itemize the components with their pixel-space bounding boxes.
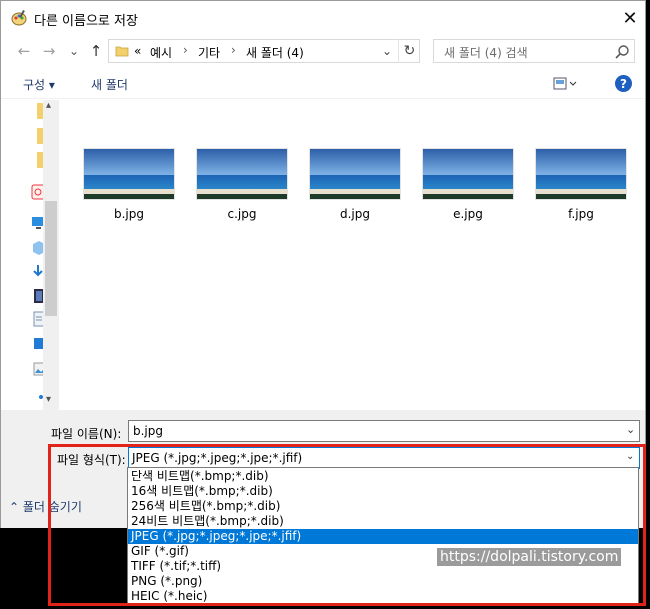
image-thumbnail [309, 148, 401, 200]
scroll-up-arrow[interactable]: ▴ [46, 100, 51, 111]
help-icon[interactable]: ? [615, 75, 632, 92]
back-button[interactable]: ← [15, 42, 33, 60]
organize-button[interactable]: 구성 ▾ [23, 76, 55, 93]
address-bar[interactable]: « 예시 › 기타 › 새 폴더 (4) ⌄ [108, 39, 420, 63]
search-icon [615, 45, 629, 59]
change-view-icon[interactable] [553, 77, 577, 91]
new-folder-button[interactable]: 새 폴더 [91, 76, 128, 93]
file-name: f.jpg [568, 207, 594, 221]
command-bar: 구성 ▾ 새 폴더 ? [1, 69, 645, 99]
address-dropdown-button[interactable]: ⌄ [382, 44, 392, 58]
filename-value: b.jpg [133, 424, 163, 438]
dialog-title: 다른 이름으로 저장 [34, 14, 138, 29]
search-input[interactable]: 새 폴더 (4) 검색 [433, 39, 635, 63]
file-item[interactable]: d.jpg [309, 148, 403, 228]
breadcrumb-item[interactable]: 예시 [150, 44, 172, 61]
file-item[interactable]: f.jpg [535, 148, 629, 228]
refresh-button[interactable]: ↻ [398, 39, 420, 63]
file-name: d.jpg [340, 207, 370, 221]
close-button[interactable]: ✕ [617, 5, 643, 31]
filename-dropdown-arrow[interactable]: ⌄ [626, 423, 635, 436]
file-name: b.jpg [114, 207, 144, 221]
file-item[interactable]: b.jpg [83, 148, 177, 228]
image-thumbnail [83, 148, 175, 200]
file-name: c.jpg [227, 207, 257, 221]
file-item[interactable]: c.jpg [196, 148, 290, 228]
forward-button[interactable]: → [40, 42, 58, 60]
search-placeholder: 새 폴더 (4) 검색 [444, 46, 528, 60]
breadcrumb-item[interactable]: 기타 [198, 44, 220, 61]
file-item[interactable]: e.jpg [422, 148, 516, 228]
title-bar: 다른 이름으로 저장 ✕ [1, 1, 645, 35]
image-thumbnail [422, 148, 514, 200]
highlight-annotation-box [48, 444, 646, 606]
breadcrumb-item[interactable]: 새 폴더 (4) [246, 44, 304, 61]
recent-locations-button[interactable]: ⌄ [65, 42, 83, 60]
folder-icon [115, 46, 129, 57]
breadcrumb-overflow[interactable]: « [134, 44, 141, 58]
scroll-down-arrow[interactable]: ▾ [46, 394, 51, 405]
paint-app-icon [11, 10, 27, 26]
up-button[interactable]: ↑ [87, 42, 105, 60]
filename-input[interactable]: b.jpg ⌄ [128, 420, 640, 442]
breadcrumb-separator[interactable]: › [183, 43, 188, 57]
filename-label: 파일 이름(N): [51, 427, 122, 441]
file-name: e.jpg [453, 207, 483, 221]
breadcrumb-separator[interactable]: › [231, 43, 236, 57]
scrollbar-thumb[interactable] [45, 201, 57, 316]
image-thumbnail [535, 148, 627, 200]
image-thumbnail [196, 148, 288, 200]
